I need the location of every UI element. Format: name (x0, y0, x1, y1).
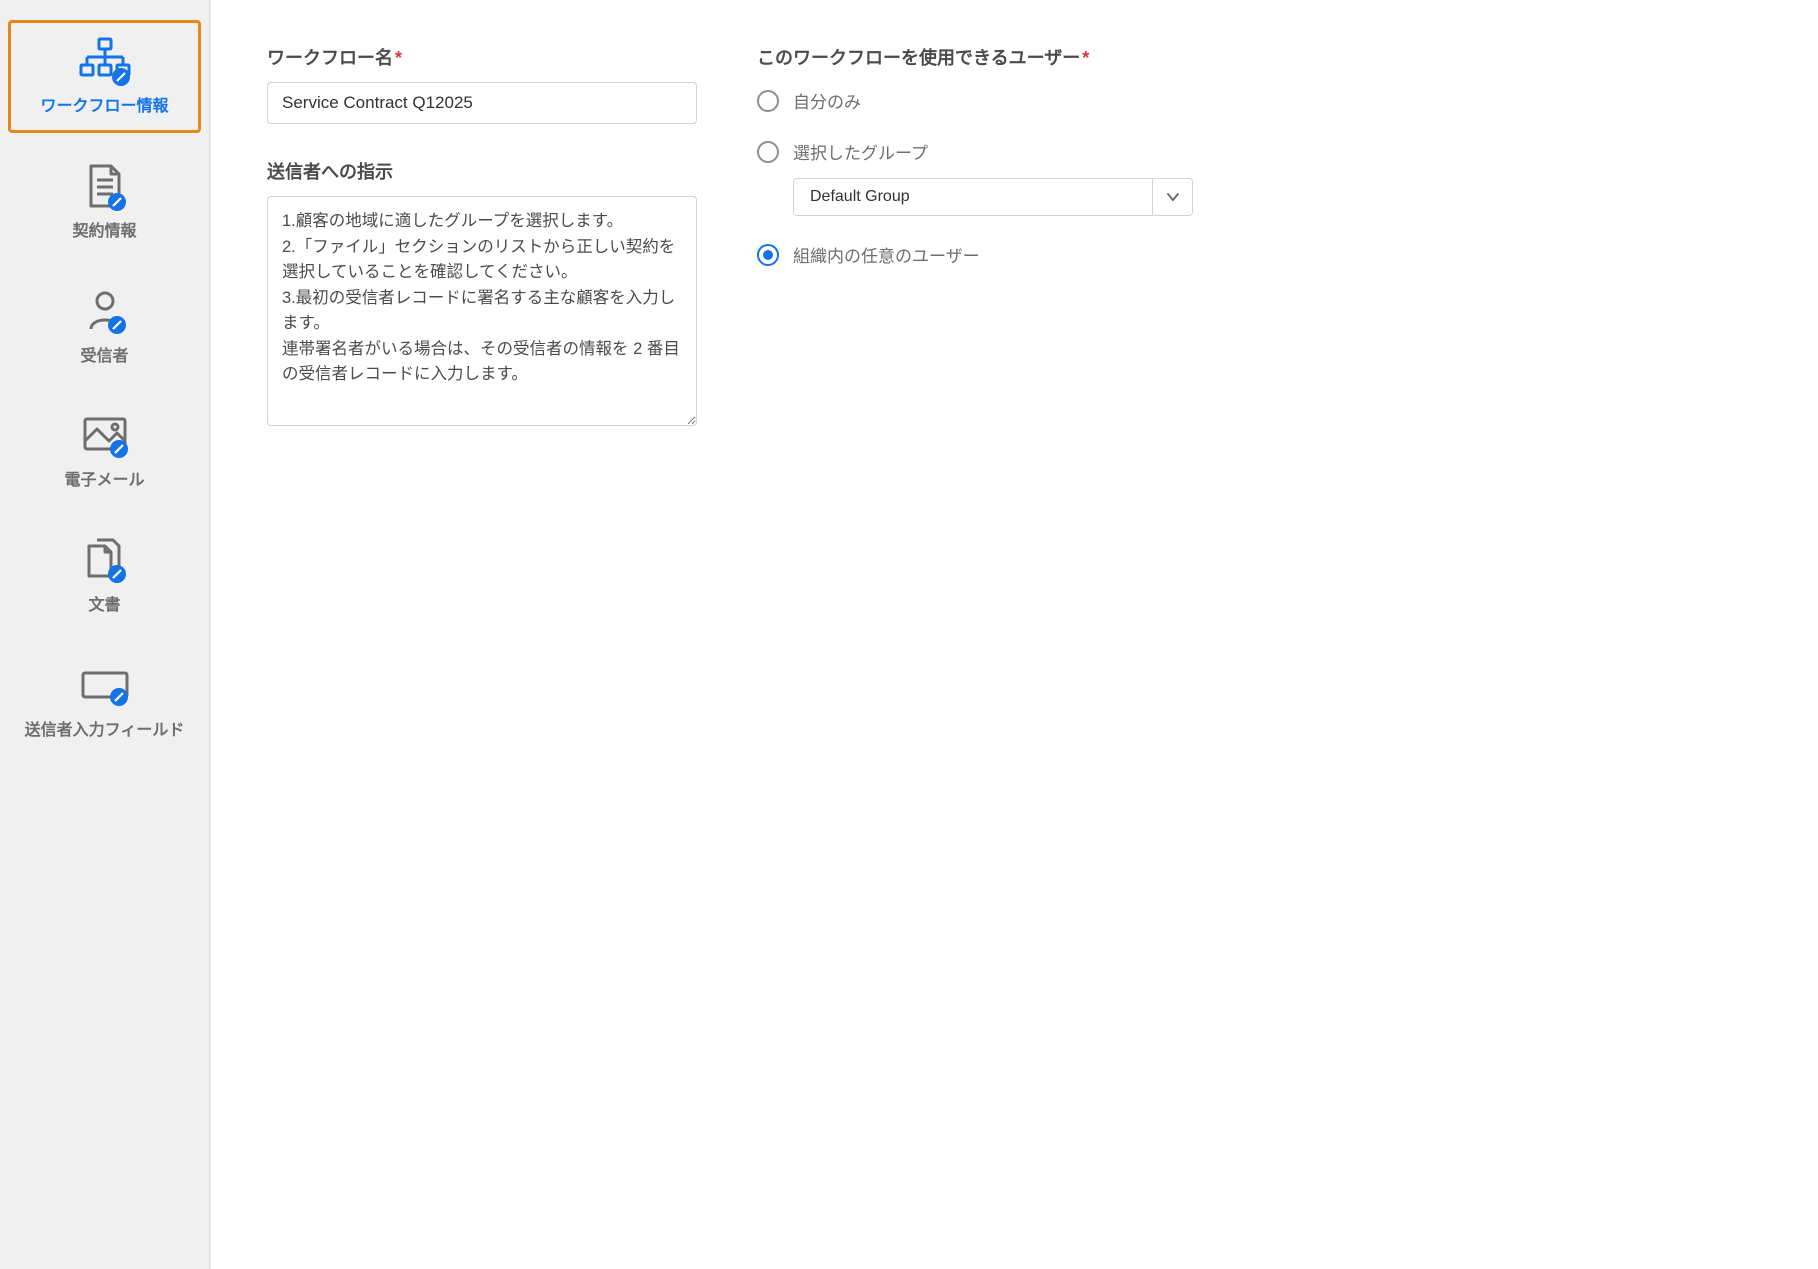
instructions-label: 送信者への指示 (267, 158, 697, 184)
image-icon (79, 411, 131, 461)
sidebar-item-label: 文書 (88, 596, 120, 617)
sidebar-item-sender-input-fields[interactable]: 送信者入力フィールド (8, 644, 201, 757)
radio-icon-selected (757, 244, 779, 266)
main-content: ワークフロー名* 送信者への指示 このワークフローを使用できるユーザー* 自分の… (210, 0, 1818, 1269)
workflow-info-icon (77, 37, 133, 87)
person-icon (81, 287, 129, 337)
radio-option-self[interactable]: 自分のみ (757, 88, 1207, 113)
sidebar-item-documents[interactable]: 文書 (8, 519, 201, 632)
radio-label: 自分のみ (793, 88, 861, 113)
workflow-name-input[interactable] (267, 82, 697, 124)
group-select-value: Default Group (794, 179, 1152, 215)
input-field-icon (77, 661, 133, 711)
radio-label: 組織内の任意のユーザー (793, 242, 980, 267)
radio-icon (757, 90, 779, 112)
sidebar-item-label: 契約情報 (72, 222, 136, 243)
radio-icon (757, 141, 779, 163)
sidebar-item-workflow-info[interactable]: ワークフロー情報 (8, 20, 201, 133)
sidebar-item-recipients[interactable]: 受信者 (8, 270, 201, 383)
sidebar-item-label: 受信者 (80, 347, 128, 368)
files-icon (79, 536, 131, 586)
sidebar-item-agreement-info[interactable]: 契約情報 (8, 145, 201, 258)
access-radio-group: 自分のみ 選択したグループ Default Group (757, 88, 1207, 267)
group-select[interactable]: Default Group (793, 178, 1193, 216)
sidebar-item-label: 電子メール (64, 471, 144, 492)
radio-option-group[interactable]: 選択したグループ (757, 139, 1207, 164)
sidebar-nav: ワークフロー情報 契約情報 (0, 0, 210, 1269)
access-section-label: このワークフローを使用できるユーザー* (757, 44, 1207, 70)
instructions-textarea[interactable] (267, 196, 697, 426)
sidebar-item-label: 送信者入力フィールド (25, 721, 185, 742)
sidebar-item-label: ワークフロー情報 (40, 97, 168, 118)
workflow-name-label: ワークフロー名* (267, 44, 697, 70)
sidebar-item-email[interactable]: 電子メール (8, 394, 201, 507)
chevron-down-icon (1152, 179, 1192, 215)
document-lines-icon (81, 162, 129, 212)
radio-option-anyone[interactable]: 組織内の任意のユーザー (757, 242, 1207, 267)
radio-label: 選択したグループ (793, 139, 928, 164)
